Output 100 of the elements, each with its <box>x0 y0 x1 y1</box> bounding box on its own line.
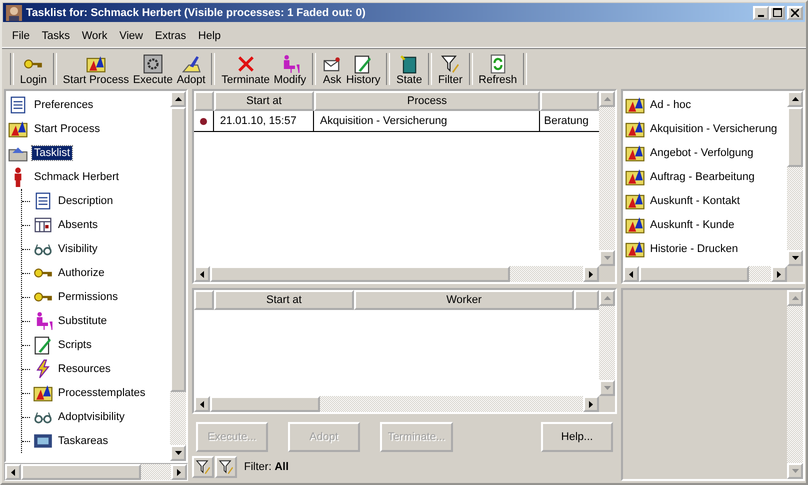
list-item[interactable]: Ad - hoc <box>650 99 691 111</box>
arrow-icon <box>777 270 781 278</box>
table-cell: Akquisition - Versicherung <box>314 111 540 131</box>
minimize-icon <box>758 14 764 16</box>
folder-icon <box>625 167 645 187</box>
filter-status: Filter: All <box>244 461 289 473</box>
minimize-button[interactable] <box>753 6 769 20</box>
menu-item[interactable]: File <box>6 30 36 42</box>
arrow-icon <box>604 386 610 390</box>
folder-icon <box>625 95 645 115</box>
tree-item[interactable]: Authorize <box>56 266 106 280</box>
arrow-icon <box>604 296 610 300</box>
arrow-icon <box>11 468 15 476</box>
folder-icon <box>625 143 645 163</box>
arrow-icon <box>200 270 204 278</box>
toolbar-button[interactable]: Adopt <box>174 50 208 88</box>
table-cell: 21.01.10, 15:57 <box>214 111 314 131</box>
vertical-scrollbar[interactable] <box>170 91 186 461</box>
toolbar-button[interactable]: Filter <box>436 50 465 88</box>
tree-item[interactable]: Visibility <box>56 242 100 256</box>
folder-icon <box>625 191 645 211</box>
notepad-icon <box>33 335 53 355</box>
filter-button[interactable] <box>192 456 214 478</box>
arrow-icon <box>792 97 798 101</box>
scrollbar-thumb[interactable] <box>210 396 320 412</box>
vertical-scrollbar[interactable] <box>599 91 615 282</box>
cross-icon <box>236 54 256 74</box>
maximize-button[interactable] <box>769 6 785 20</box>
tree-item[interactable]: Absents <box>56 218 100 232</box>
app-icon <box>6 4 22 20</box>
column-header[interactable] <box>194 290 214 310</box>
scrollbar-thumb[interactable] <box>639 266 749 282</box>
tree-item[interactable]: Tasklist <box>32 146 72 160</box>
vertical-scrollbar[interactable] <box>599 290 615 412</box>
list-item[interactable]: Angebot - Verfolgung <box>650 147 754 159</box>
vertical-scrollbar[interactable] <box>787 91 803 282</box>
tree-item[interactable]: Processtemplates <box>56 386 148 400</box>
tree-item[interactable]: Preferences <box>32 98 96 112</box>
scrollbar-thumb[interactable] <box>170 107 186 392</box>
tree-item[interactable]: Scripts <box>56 338 94 352</box>
menu-item[interactable]: Tasks <box>36 30 76 42</box>
tree-item[interactable]: Permissions <box>56 290 120 304</box>
column-header[interactable] <box>574 290 599 310</box>
close-icon <box>791 8 799 16</box>
horizontal-scrollbar[interactable] <box>194 266 599 282</box>
list-item[interactable]: Auskunft - Kontakt <box>650 195 740 207</box>
menu-item[interactable]: Help <box>192 30 227 42</box>
folder-icon <box>625 215 645 235</box>
horizontal-scrollbar[interactable] <box>4 463 188 481</box>
arrow-icon <box>792 296 798 300</box>
toolbar-button[interactable]: Terminate <box>219 50 272 88</box>
column-header[interactable] <box>194 91 214 111</box>
horizontal-scrollbar[interactable] <box>194 396 599 412</box>
horizontal-scrollbar[interactable] <box>623 266 787 282</box>
menu-item[interactable]: Work <box>76 30 114 42</box>
list-item[interactable]: Auskunft - Kunde <box>650 219 734 231</box>
list-item[interactable]: Historie - Drucken <box>650 243 738 255</box>
list-item[interactable]: Akquisition - Versicherung <box>650 123 778 135</box>
column-header[interactable]: Worker <box>354 290 574 310</box>
toolbar-button[interactable]: Execute <box>130 50 175 88</box>
funnel-icon <box>195 459 211 475</box>
arrow-icon <box>174 451 182 455</box>
menu-item[interactable]: Extras <box>148 30 192 42</box>
filter-button[interactable] <box>215 456 237 478</box>
toolbar-button[interactable]: Login <box>18 50 49 88</box>
scrollbar-thumb[interactable] <box>210 266 510 282</box>
calendar-icon <box>33 215 53 235</box>
toolbar-button[interactable]: State <box>394 50 424 88</box>
document-icon <box>33 191 53 211</box>
close-button[interactable] <box>787 6 803 20</box>
tree-item[interactable]: Start Process <box>32 122 102 136</box>
vertical-scrollbar[interactable] <box>787 290 803 479</box>
scrollbar-thumb[interactable] <box>21 464 141 480</box>
table-cell-text: Beratung <box>543 114 590 129</box>
toolbar-button[interactable]: Start Process <box>60 50 131 88</box>
tree-item[interactable]: Schmack Herbert <box>32 170 121 184</box>
toolbar-button[interactable]: Ask <box>320 50 344 88</box>
tree-item[interactable]: Adoptvisibility <box>56 410 127 424</box>
column-header[interactable]: Start at <box>214 290 354 310</box>
toolbar-button[interactable]: Modify <box>272 50 308 88</box>
arrow-icon <box>604 256 610 260</box>
folder-icon <box>625 119 645 139</box>
arrow-icon <box>629 270 633 278</box>
column-header[interactable] <box>540 91 599 111</box>
folder-icon <box>33 383 53 403</box>
menu-item[interactable]: View <box>113 30 149 42</box>
tree-item[interactable]: Description <box>56 194 116 208</box>
scrollbar-thumb[interactable] <box>787 107 803 167</box>
tree-item[interactable]: Resources <box>56 362 113 376</box>
tree-item[interactable]: Taskareas <box>56 434 110 448</box>
toolbar-button[interactable]: History <box>344 50 382 88</box>
arrow-icon <box>174 97 182 101</box>
list-item[interactable]: Auftrag - Bearbeitung <box>650 171 755 183</box>
toolbar-button[interactable]: Refresh <box>476 50 520 88</box>
arrow-icon <box>792 256 798 260</box>
gear-icon <box>142 54 163 74</box>
action-button[interactable]: Help... <box>541 422 613 452</box>
column-header[interactable]: Process <box>314 91 540 111</box>
tree-item[interactable]: Substitute <box>56 314 109 328</box>
column-header[interactable]: Start at <box>214 91 314 111</box>
